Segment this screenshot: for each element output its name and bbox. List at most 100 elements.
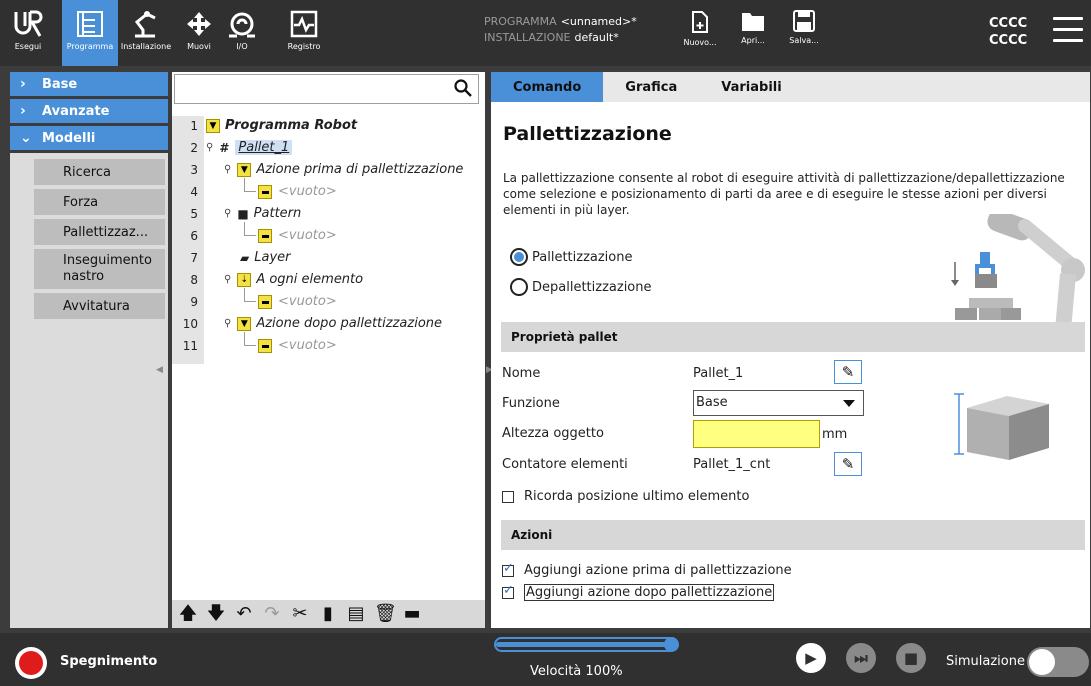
tab-installazione[interactable]: Installazione	[118, 0, 174, 66]
move-down-icon[interactable]: 🡇	[206, 603, 226, 625]
tree-row[interactable]: 9 <vuoto>	[172, 288, 485, 314]
folder-icon: ■	[237, 206, 249, 221]
tab-registro[interactable]: Registro	[282, 0, 326, 66]
collapse-triangle-icon[interactable]: ▼	[237, 316, 252, 331]
line-number: 1	[190, 119, 198, 133]
tab-muovi[interactable]: Muovi	[176, 0, 222, 66]
tree-row[interactable]: 10 ⚲ ▼ Azione dopo pallettizzazione	[172, 314, 485, 336]
nav-item-pallettizzazione[interactable]: Pallettizzaz...	[34, 219, 165, 249]
tree-row[interactable]: 1 ▼ Programma Robot	[172, 116, 485, 138]
tree-row[interactable]: 6 <vuoto>	[172, 222, 485, 248]
simulation-label: Simulazione	[946, 654, 1025, 669]
collapse-left-icon[interactable]: ◀	[156, 365, 163, 375]
layer-icon: ▰	[240, 250, 250, 265]
tab-esegui[interactable]: Esegui	[10, 0, 46, 66]
redo-icon[interactable]: ↷	[262, 603, 282, 625]
tree-row[interactable]: 11 <vuoto>	[172, 332, 485, 358]
undo-icon[interactable]: ↶	[234, 603, 254, 625]
nav-section-modelli[interactable]: ⌄ Modelli	[10, 126, 168, 153]
action-before-checkbox[interactable]: Aggiungi azione prima di pallettizzazion…	[502, 561, 792, 578]
delete-icon[interactable]: 🗑	[374, 603, 397, 625]
tree-node-label: Programma Robot	[225, 118, 358, 133]
paste-icon[interactable]: ▤	[346, 603, 366, 625]
tab-comando[interactable]: Comando	[491, 72, 604, 102]
tree-row[interactable]: 3 ⚲ ▼ Azione prima di pallettizzazione	[172, 160, 485, 182]
tab-grafica[interactable]: Grafica	[603, 72, 699, 102]
tab-variabili[interactable]: Variabili	[699, 72, 803, 102]
name-value: Pallet_1	[693, 366, 744, 381]
program-key: PROGRAMMA	[484, 15, 557, 28]
save-button[interactable]: Salva...	[786, 0, 822, 66]
radio-palletizing[interactable]: Pallettizzazione	[510, 248, 633, 266]
nav-item-avvitatura[interactable]: Avvitatura	[34, 293, 165, 323]
new-button[interactable]: Nuovo...	[680, 0, 720, 66]
line-number: 2	[190, 141, 198, 155]
program-name: <unnamed>*	[560, 15, 637, 28]
counter-label: Contatore elementi	[502, 457, 628, 472]
collapse-triangle-icon[interactable]: ▼	[206, 118, 220, 133]
radio-depalletizing[interactable]: Depallettizzazione	[510, 278, 652, 296]
empty-node-icon	[258, 294, 272, 309]
tree-node-label: Pallet_1	[235, 140, 293, 155]
nav-section-label: Avanzate	[42, 103, 110, 119]
pallet-grid-icon: #	[219, 140, 230, 155]
tree-row[interactable]: 2 ⚲ # Pallet_1	[172, 138, 485, 160]
tree-node-label: <vuoto>	[278, 338, 337, 353]
tab-programma[interactable]: Programma	[62, 0, 118, 66]
tree-row[interactable]: 7 ▰ Layer	[172, 248, 485, 270]
command-tabs: Comando Grafica Variabili	[491, 72, 1090, 102]
tab-installazione-label: Installazione	[120, 42, 172, 51]
tab-io[interactable]: I/O	[222, 0, 262, 66]
nav-item-forza[interactable]: Forza	[34, 189, 165, 219]
empty-node-icon	[258, 184, 272, 199]
search-icon[interactable]	[454, 79, 472, 102]
palletizing-robot-illustration	[951, 214, 1085, 330]
open-button[interactable]: Apri...	[735, 0, 771, 66]
checkbox-label: Aggiungi azione dopo pallettizzazione	[524, 584, 775, 601]
nav-section-avanzate[interactable]: › Avanzate	[10, 99, 168, 126]
tree-row[interactable]: 4 <vuoto>	[172, 178, 485, 204]
speed-slider-handle[interactable]	[664, 637, 679, 652]
tree-toolbar: 🡅 🡇 ↶ ↷ ✂ ▮ ▤ 🗑 ▬	[172, 600, 485, 628]
user-line-2: CCCC	[989, 33, 1028, 48]
bottom-bar: Spegnimento Velocità 100% ▶ ⏭ ■ Simulazi…	[0, 633, 1091, 686]
line-number: 11	[182, 339, 198, 353]
section-header-pallet-properties: Proprietà pallet	[501, 322, 1085, 352]
edit-counter-button[interactable]: ✎	[834, 452, 862, 476]
line-number: 4	[190, 185, 198, 199]
log-icon	[290, 10, 318, 38]
program-tree-pane: 1 ▼ Programma Robot 2 ⚲ # Pallet_1 3 ⚲ ▼…	[172, 72, 485, 628]
pin-icon: ⚲	[224, 274, 232, 285]
action-after-checkbox[interactable]: Aggiungi azione dopo pallettizzazione	[502, 583, 775, 601]
at-each-item-icon: ⇣	[237, 272, 252, 287]
main-area: › Base › Avanzate ⌄ Modelli Ricerca Forz…	[0, 66, 1091, 633]
cut-icon[interactable]: ✂	[290, 603, 310, 625]
height-input[interactable]	[693, 420, 820, 448]
hamburger-menu-icon[interactable]	[1053, 17, 1083, 43]
tree-row[interactable]: 5 ⚲ ■ Pattern	[172, 204, 485, 226]
edit-name-button[interactable]: ✎	[834, 360, 862, 384]
program-info: PROGRAMMA <unnamed>* INSTALLAZIONE default…	[484, 14, 637, 46]
power-button[interactable]	[15, 647, 47, 679]
speed-slider-fill	[496, 642, 672, 647]
stop-button[interactable]: ■	[896, 643, 926, 673]
function-select[interactable]: Base	[693, 390, 864, 416]
nav-item-ricerca[interactable]: Ricerca	[34, 159, 165, 189]
program-tree-icon	[77, 11, 103, 37]
tree-row[interactable]: 8 ⚲ ⇣ A ogni elemento	[172, 270, 485, 292]
move-up-icon[interactable]: 🡅	[178, 603, 198, 625]
suppress-icon[interactable]: ▬	[402, 603, 422, 625]
play-button[interactable]: ▶	[796, 643, 826, 673]
name-label: Nome	[502, 366, 541, 381]
collapse-triangle-icon[interactable]: ▼	[237, 162, 252, 177]
simulation-toggle[interactable]	[1027, 647, 1089, 677]
tree-search-input[interactable]	[174, 74, 479, 104]
copy-icon[interactable]: ▮	[318, 603, 338, 625]
step-button[interactable]: ⏭	[846, 643, 876, 673]
nav-item-inseguimento-nastro[interactable]: Inseguimento nastro	[34, 249, 165, 293]
remember-position-checkbox[interactable]: Ricorda posizione ultimo elemento	[502, 489, 749, 504]
nav-section-base[interactable]: › Base	[10, 72, 168, 99]
nav-item-label: Forza	[63, 194, 99, 210]
tree-node-label: Pattern	[253, 206, 302, 221]
height-unit: mm	[822, 427, 848, 442]
